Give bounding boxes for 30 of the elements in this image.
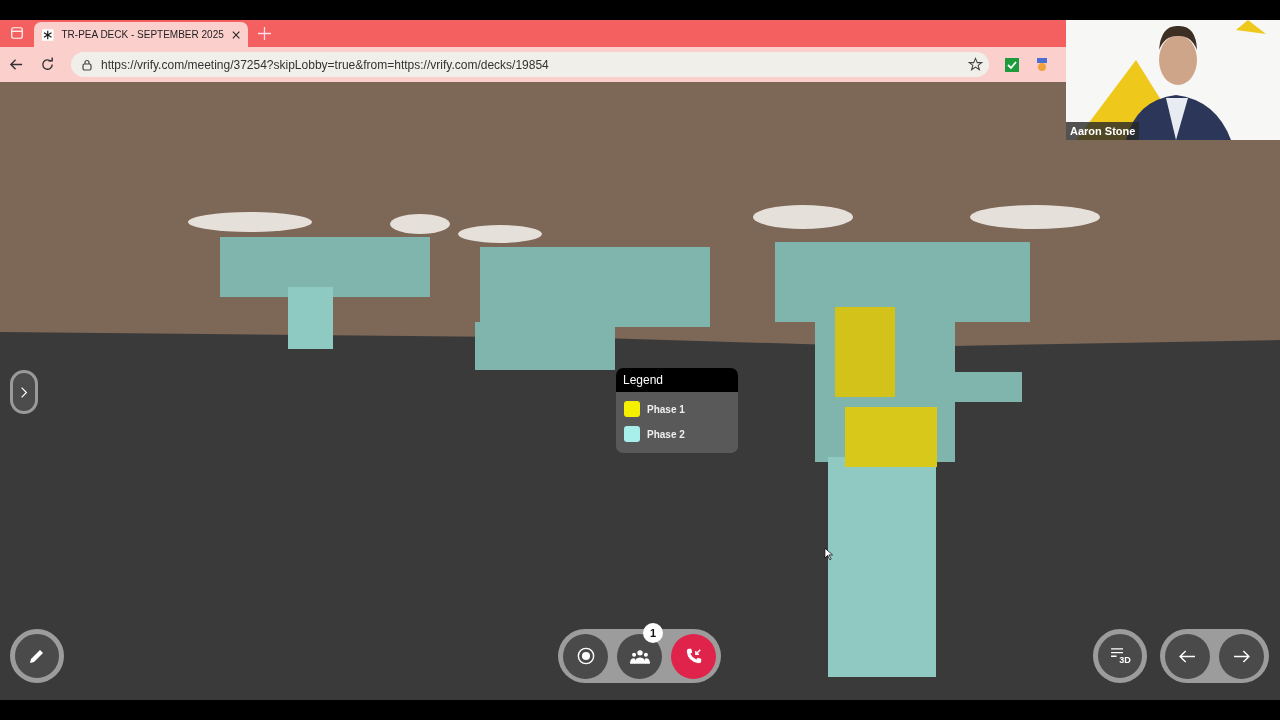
- lock-icon: [81, 58, 93, 71]
- record-icon: [576, 647, 595, 665]
- close-icon[interactable]: [231, 29, 240, 40]
- next-button[interactable]: [1219, 633, 1264, 679]
- phone-icon: [684, 647, 703, 665]
- legend-title: Legend: [616, 368, 738, 392]
- new-tab-icon[interactable]: [258, 27, 271, 40]
- address-bar[interactable]: https://vrify.com/meeting/37254?skipLobby=true&from=https://vrify.com/decks/19854: [71, 52, 989, 77]
- people-icon: [629, 648, 650, 664]
- tab-title: TR-PEA DECK - SEPTEMBER 2025: [61, 29, 224, 40]
- browser-tab[interactable]: TR-PEA DECK - SEPTEMBER 2025: [34, 22, 248, 47]
- url-text: https://vrify.com/meeting/37254?skipLobby=true&from=https://vrify.com/decks/19854: [101, 57, 550, 72]
- legend-label: Phase 1: [647, 403, 685, 415]
- medal-icon[interactable]: [1035, 57, 1049, 72]
- back-icon[interactable]: [9, 57, 24, 72]
- star-icon[interactable]: [968, 57, 983, 72]
- reload-icon[interactable]: [40, 57, 55, 72]
- record-button[interactable]: [563, 633, 608, 679]
- arrow-left-icon: [1179, 649, 1196, 663]
- previous-button[interactable]: [1165, 633, 1210, 679]
- end-call-button[interactable]: [671, 633, 716, 679]
- panel-toggle-button[interactable]: [10, 370, 38, 414]
- check-icon[interactable]: [1005, 57, 1019, 72]
- arrow-right-icon: [1233, 649, 1250, 663]
- list-icon: [1110, 647, 1124, 659]
- legend-label: Phase 2: [647, 428, 685, 440]
- sidebar-icon[interactable]: [10, 26, 24, 40]
- asterisk-icon: [42, 27, 54, 42]
- chevron-right-icon: [20, 385, 28, 399]
- cursor-icon: [824, 547, 833, 561]
